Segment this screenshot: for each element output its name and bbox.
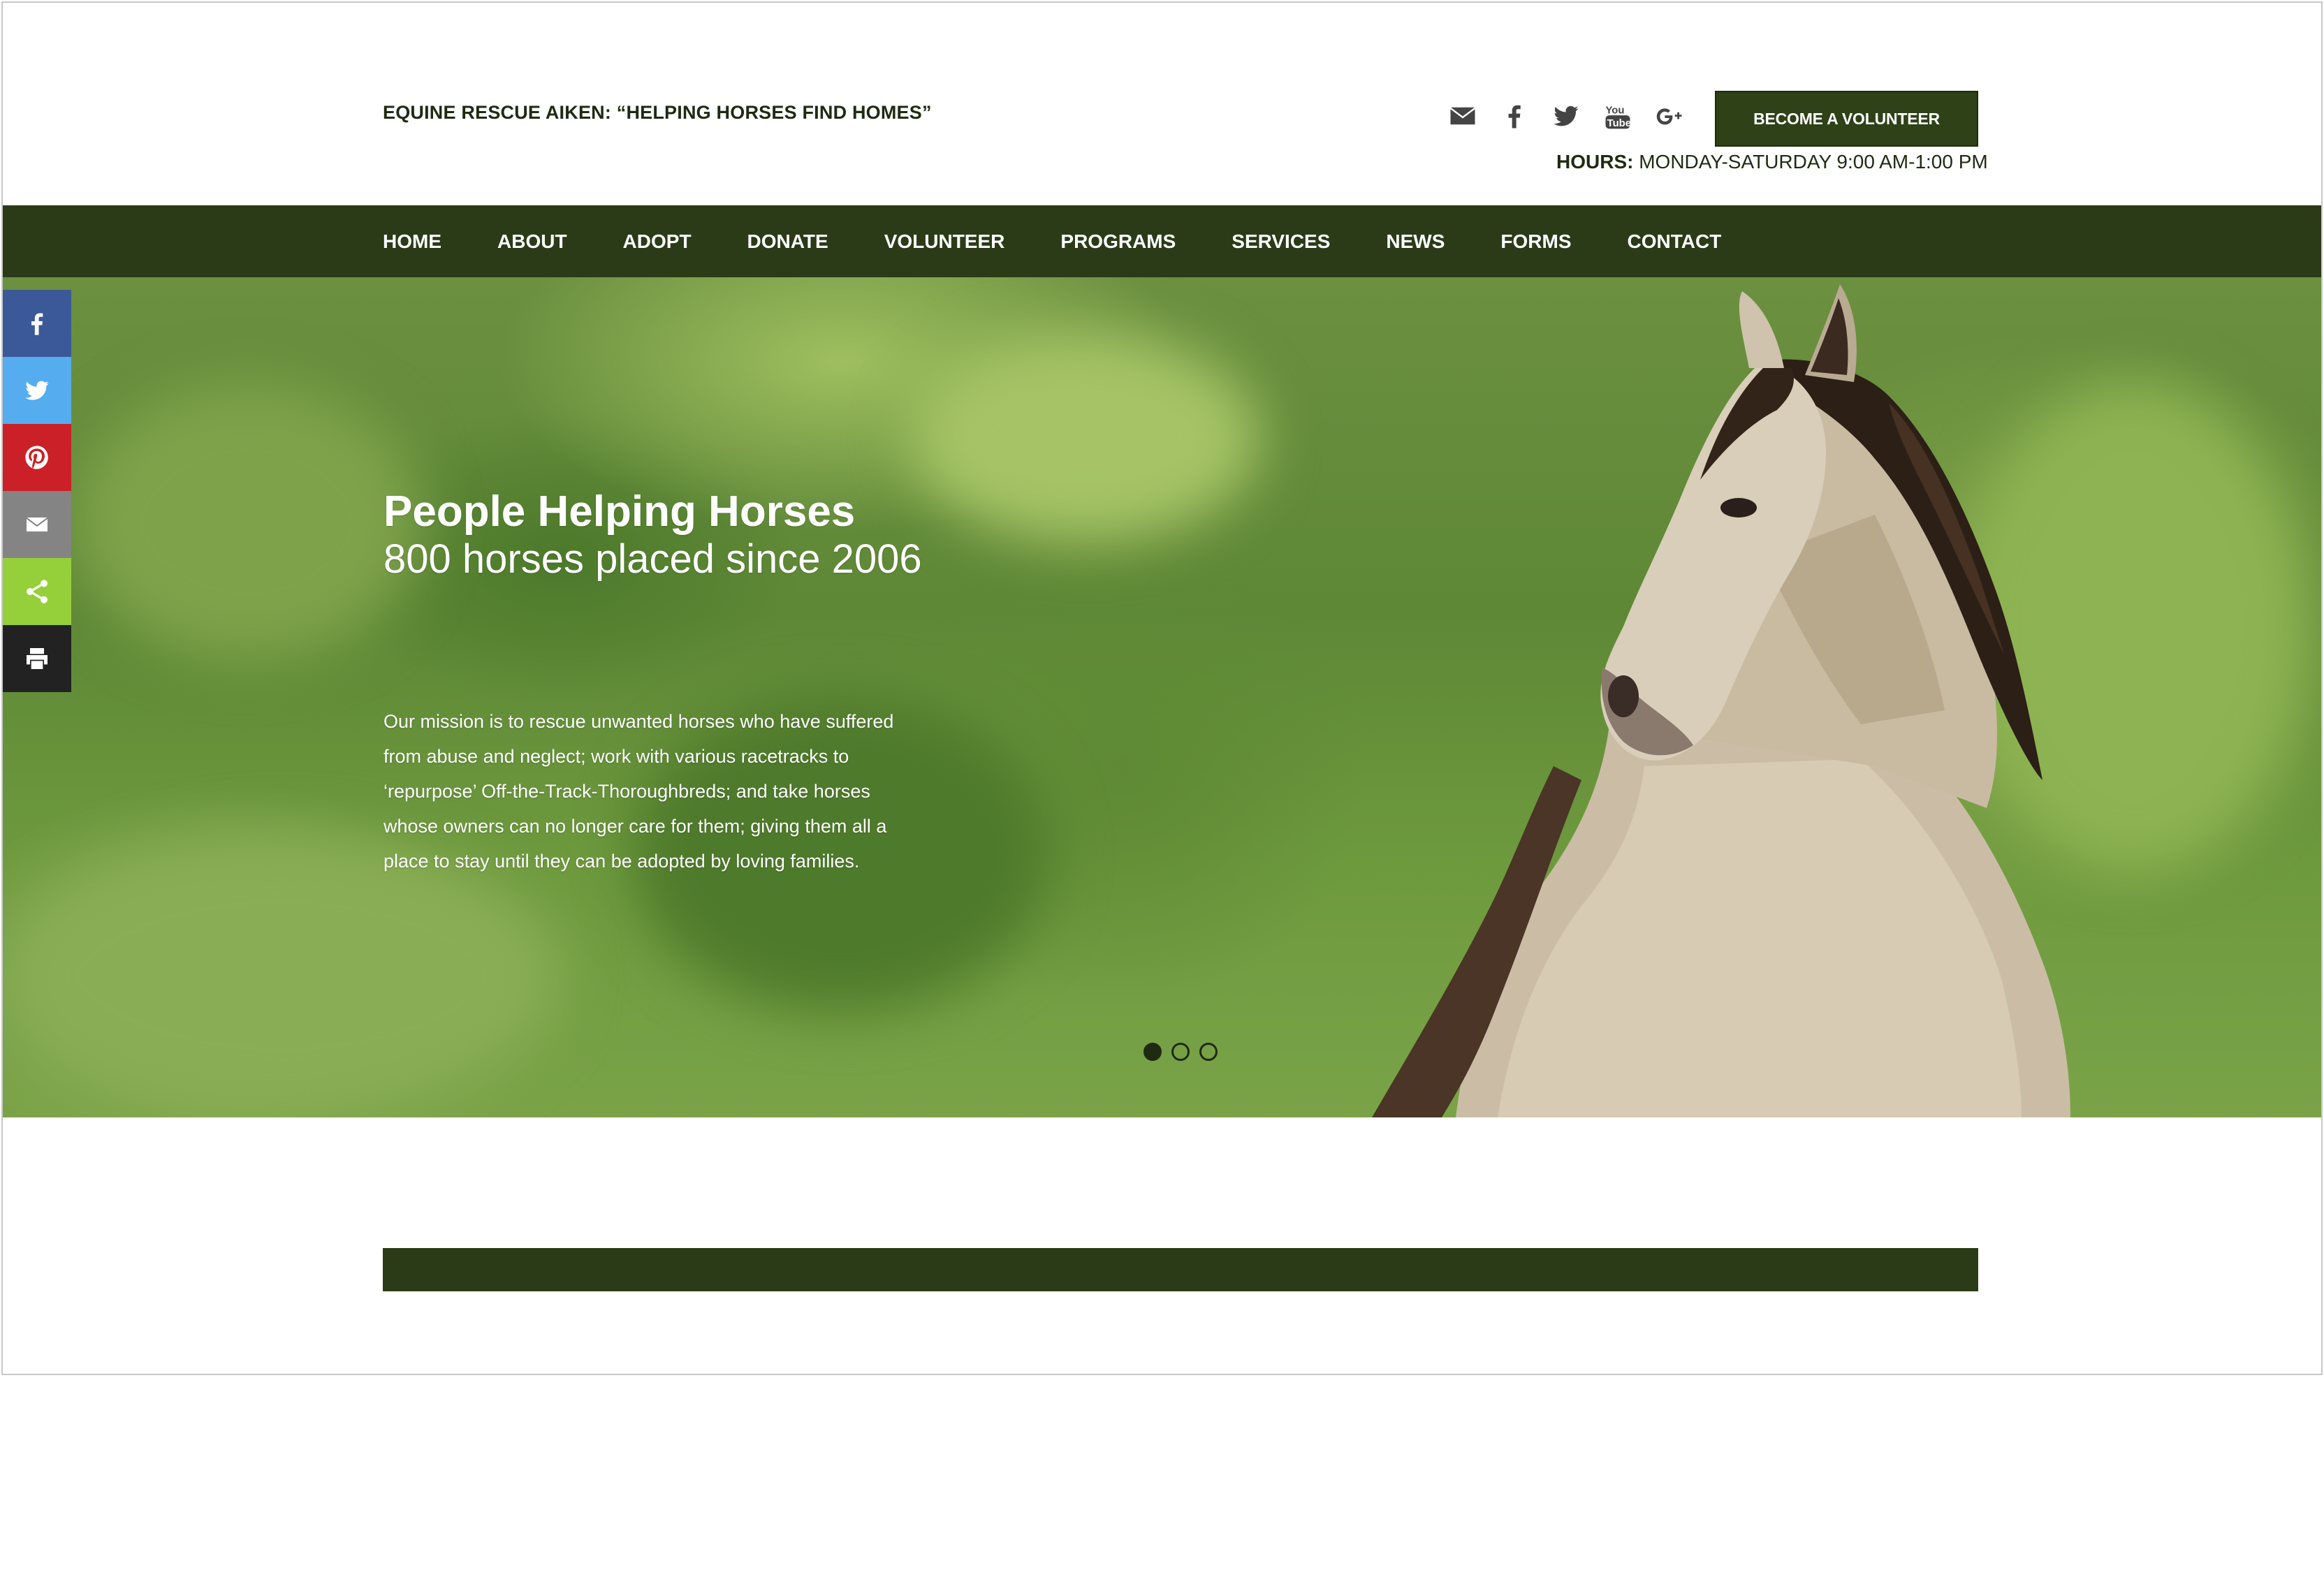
- content-divider-bar: [383, 1248, 1978, 1291]
- site-tagline: EQUINE RESCUE AIKEN: “HELPING HORSES FIN…: [383, 102, 932, 123]
- envelope-icon[interactable]: [1447, 101, 1478, 131]
- slider-dot-1[interactable]: [1143, 1043, 1162, 1061]
- google-plus-icon[interactable]: [1654, 101, 1685, 131]
- background-foliage: [911, 333, 1260, 543]
- hours-value: MONDAY-SATURDAY 9:00 AM-1:00 PM: [1639, 151, 1988, 173]
- header-social-links: You Tube: [1447, 101, 1685, 131]
- twitter-icon[interactable]: [1551, 101, 1581, 131]
- twitter-icon: [25, 381, 49, 400]
- share-sidebar: [3, 290, 71, 692]
- nav-item-adopt[interactable]: ADOPT: [623, 230, 692, 253]
- email-icon: [27, 518, 47, 531]
- hero-subtitle: 800 horses placed since 2006: [383, 536, 922, 582]
- hours-label: HOURS:: [1556, 151, 1634, 173]
- svg-text:You: You: [1606, 105, 1625, 117]
- facebook-icon[interactable]: [1499, 101, 1530, 131]
- share-twitter-button[interactable]: [3, 357, 71, 424]
- nav-item-about[interactable]: ABOUT: [497, 230, 567, 253]
- print-icon: [27, 648, 47, 669]
- slider-dot-2[interactable]: [1171, 1043, 1190, 1061]
- nav-item-donate[interactable]: DONATE: [747, 230, 828, 253]
- pinterest-icon: [25, 446, 48, 469]
- hero-slider: People Helping Horses 800 horses placed …: [3, 277, 2321, 1117]
- slider-dot-3[interactable]: [1199, 1043, 1218, 1061]
- background-foliage: [73, 382, 422, 661]
- horse-image: [1372, 284, 2070, 1117]
- page: EQUINE RESCUE AIKEN: “HELPING HORSES FIN…: [1, 1, 2323, 1375]
- nav-item-programs[interactable]: PROGRAMS: [1060, 230, 1176, 253]
- share-icon: [27, 580, 47, 603]
- facebook-icon: [31, 313, 43, 335]
- share-email-button[interactable]: [3, 491, 71, 558]
- svg-text:Tube: Tube: [1607, 118, 1631, 129]
- nav-item-volunteer[interactable]: VOLUNTEER: [884, 230, 1005, 253]
- share-facebook-button[interactable]: [3, 290, 71, 357]
- slider-pagination: [1143, 1043, 1218, 1061]
- nav-item-services[interactable]: SERVICES: [1232, 230, 1330, 253]
- hero-title: People Helping Horses: [383, 487, 856, 536]
- nav-item-contact[interactable]: CONTACT: [1628, 230, 1722, 253]
- share-more-button[interactable]: [3, 558, 71, 625]
- share-pinterest-button[interactable]: [3, 424, 71, 491]
- nav-item-forms[interactable]: FORMS: [1500, 230, 1571, 253]
- nav-item-home[interactable]: HOME: [383, 230, 441, 253]
- main-nav: HOME ABOUT ADOPT DONATE VOLUNTEER PROGRA…: [3, 205, 2321, 277]
- hero-mission-text: Our mission is to rescue unwanted horses…: [383, 711, 894, 872]
- become-volunteer-button[interactable]: BECOME A VOLUNTEER: [1715, 91, 1978, 147]
- business-hours: HOURS: MONDAY-SATURDAY 9:00 AM-1:00 PM: [1556, 151, 1988, 173]
- nav-item-news[interactable]: NEWS: [1386, 230, 1445, 253]
- youtube-icon[interactable]: You Tube: [1602, 101, 1633, 131]
- print-button[interactable]: [3, 625, 71, 692]
- site-header: EQUINE RESCUE AIKEN: “HELPING HORSES FIN…: [3, 3, 2321, 205]
